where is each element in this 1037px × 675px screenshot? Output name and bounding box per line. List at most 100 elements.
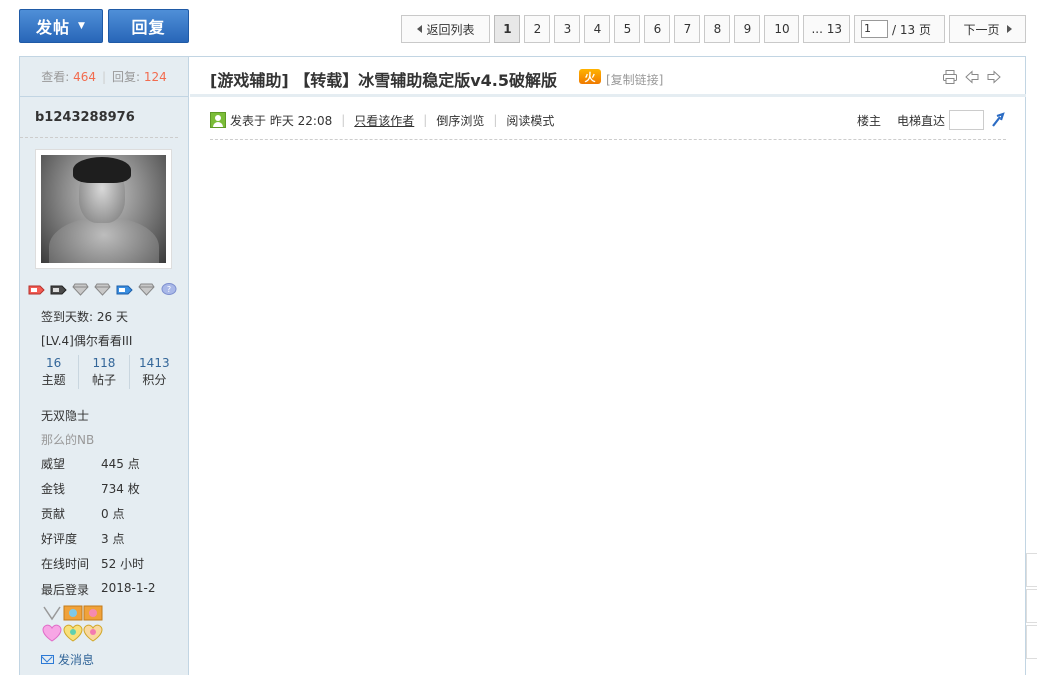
heart-medal-icons[interactable] [41,605,105,643]
field-key: 最后登录 [41,583,90,597]
page-4[interactable]: 4 [584,15,611,43]
next-page-button[interactable]: 下一页 [949,15,1026,43]
send-message-label: 发消息 [58,653,95,667]
user-title: 无双隐士 [41,409,90,423]
post-meta: 发表于 昨天 22:08 | 只看该作者 | 倒序浏览 | 阅读模式 楼主 电梯… [210,110,1006,130]
floor-label: 楼主 [856,113,881,128]
floor-controls: 楼主 电梯直达 [857,110,1006,130]
red-tag-medal-icon[interactable] [28,283,45,296]
envelope-icon [41,655,54,664]
online-time-row: 在线时间 52 小时 [41,555,144,572]
user-level[interactable]: [LV.4]偶尔看看III [41,332,132,349]
field-value: 734 枚 [101,482,140,496]
new-post-button[interactable]: 发帖 ▼ [19,9,103,43]
replies-label: 回复: [112,70,141,84]
only-author-link[interactable]: 只看该作者 [354,112,414,129]
last-login-row: 最后登录 2018-1-2 [41,581,155,598]
contribution-row: 贡献 0 点 [41,505,124,522]
back-to-list-button[interactable]: 返回列表 [401,15,491,43]
meta-divider [210,139,1006,140]
copy-link-button[interactable]: [复制链接] [606,71,663,88]
read-mode-link[interactable]: 阅读模式 [506,112,554,129]
count-label: 帖子 [91,373,116,387]
user-signature-title: 那么的NB [41,433,95,447]
thread-tools [942,69,1002,85]
page-5[interactable]: 5 [614,15,641,43]
rating-row: 好评度 3 点 [41,530,124,547]
field-key: 金钱 [41,482,66,496]
thread-stats: 查看: 464 | 回复: 124 [20,57,188,97]
credits-count[interactable]: 1413 积分 [130,355,179,389]
arrow-right-icon [1006,25,1012,33]
float-tab[interactable] [1026,589,1037,623]
float-tab[interactable] [1026,553,1037,587]
author-username[interactable]: b1243288976 [20,97,178,138]
print-icon[interactable] [942,69,958,85]
page-6[interactable]: 6 [644,15,671,43]
page-10[interactable]: 10 [764,15,800,43]
thread-title: [游戏辅助] 【转载】冰雪辅助稳定版v4.5破解版 [210,71,557,90]
count-value: 1413 [139,356,170,370]
go-arrow-icon[interactable] [990,112,1006,128]
user-counts: 16 主题 118 帖子 1413 积分 [29,355,179,389]
next-thread-icon[interactable] [986,69,1002,85]
field-key: 贡献 [41,507,66,521]
user-online-icon [210,112,226,128]
count-label: 积分 [142,373,167,387]
replies-count: 124 [143,69,167,84]
page-total: / 13 页 [892,22,931,37]
page-9[interactable]: 9 [734,15,761,43]
views-label: 查看: [41,70,70,84]
black-tag-medal-icon[interactable] [50,283,67,296]
page-7[interactable]: 7 [674,15,701,43]
post-time: 发表于 昨天 22:08 [230,113,333,128]
elevator-label: 电梯直达 [896,113,945,128]
page-jump: 1 / 13 页 [854,15,945,43]
reply-label: 回复 [131,18,166,37]
next-label: 下一页 [963,22,1000,37]
page-3[interactable]: 3 [554,15,581,43]
count-label: 主题 [41,373,66,387]
reply-button[interactable]: 回复 [108,9,189,43]
money-row: 金钱 734 枚 [41,480,140,497]
page-1[interactable]: 1 [494,15,521,43]
back-label: 返回列表 [426,22,475,37]
previous-thread-icon[interactable] [964,69,980,85]
help-bubble-icon[interactable]: ? [160,283,177,296]
page-last[interactable]: ... 13 [803,15,850,43]
field-value: 0 点 [101,507,125,521]
silver-diamond-icon[interactable] [138,283,155,296]
silver-diamond-icon[interactable] [94,283,111,296]
field-value: 2018-1-2 [101,581,156,595]
field-value: 52 小时 [101,557,145,571]
badge-icons [41,605,105,643]
field-key: 在线时间 [41,557,90,571]
floor-number-input[interactable] [949,110,984,130]
float-tab[interactable] [1026,625,1037,659]
reverse-order-link[interactable]: 倒序浏览 [436,112,484,129]
page-2[interactable]: 2 [524,15,551,43]
silver-diamond-icon[interactable] [72,283,89,296]
send-message-link[interactable]: 发消息 [41,651,94,668]
hot-thread-icon: 火 [579,69,601,84]
topics-count[interactable]: 16 主题 [29,355,80,389]
chevron-down-icon: ▼ [78,21,86,31]
page-8[interactable]: 8 [704,15,731,43]
svg-text:?: ? [167,285,171,294]
blue-tag-medal-icon[interactable] [116,283,133,296]
arrow-left-icon [417,25,423,33]
pagination: 返回列表 1 2 3 4 5 6 7 8 9 10 ... 13 1 / 13 … [401,15,1026,43]
avatar[interactable] [35,149,172,269]
post-content: [游戏辅助] 【转载】冰雪辅助稳定版v4.5破解版 火 [复制链接] 发表于 昨… [190,57,1026,675]
author-sidebar: 查看: 464 | 回复: 124 b1243288976 ? 签到天数: 26… [20,57,189,675]
page-number-input[interactable]: 1 [861,20,888,38]
medal-icons: ? [28,283,177,296]
field-value: 3 点 [101,532,125,546]
thread-title-bar: [游戏辅助] 【转载】冰雪辅助稳定版v4.5破解版 火 [复制链接] [190,57,1026,97]
field-key: 好评度 [41,532,78,546]
new-post-label: 发帖 [36,18,71,37]
checkin-days: 签到天数: 26 天 [41,310,128,324]
count-value: 16 [46,356,62,370]
posts-count[interactable]: 118 帖子 [79,355,130,389]
count-value: 118 [92,356,116,370]
